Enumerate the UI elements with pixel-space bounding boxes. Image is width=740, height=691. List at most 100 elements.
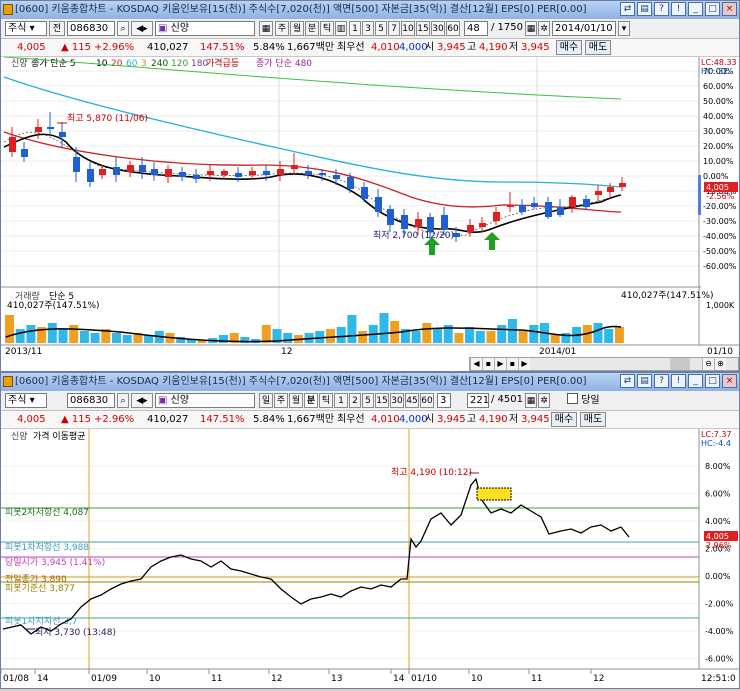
- maximize-icon[interactable]: □: [705, 374, 720, 388]
- speaker-icon[interactable]: ◀▸: [131, 393, 153, 408]
- market-select[interactable]: 주식 ▾: [5, 393, 47, 408]
- low-label: 저: [509, 414, 519, 425]
- candle-body: [583, 199, 590, 207]
- candle-body: [427, 217, 434, 232]
- buy-button[interactable]: 매수: [551, 412, 577, 427]
- print-icon[interactable]: ▤: [637, 374, 652, 388]
- play-icon[interactable]: ▶: [494, 358, 506, 370]
- period-minute-button[interactable]: 분: [304, 393, 318, 408]
- zoom-out-icon[interactable]: ▪: [482, 358, 494, 370]
- flag-icon: ▣: [158, 23, 168, 34]
- search-icon[interactable]: ⌕: [117, 21, 129, 36]
- buy-button[interactable]: 매수: [556, 40, 582, 55]
- best-label: 최우선: [337, 42, 365, 53]
- intraday-line-chart[interactable]: 신양 가격 이동평균 8.00%6.00%4.00%2.00%0.00%-2.0…: [0, 429, 739, 688]
- lc-label: LC:7.37: [701, 430, 732, 439]
- question-icon[interactable]: ?: [654, 2, 669, 16]
- interval-15-button[interactable]: 15: [416, 21, 430, 36]
- stock-code-input[interactable]: 086830: [67, 21, 115, 36]
- candle-body: [113, 167, 120, 175]
- question-icon[interactable]: ?: [654, 374, 669, 388]
- print-icon[interactable]: ▤: [637, 2, 652, 16]
- checkbox-box[interactable]: [567, 393, 578, 404]
- close-icon[interactable]: ×: [722, 2, 737, 16]
- x-label: 12: [281, 347, 292, 357]
- tick-icon[interactable]: ▥: [335, 21, 347, 36]
- candlestick-chart[interactable]: 신양 종가 단순 5 10 20 60 3 240 120 180 가격급등 종…: [1, 56, 739, 357]
- period-day-button[interactable]: 일: [259, 393, 273, 408]
- alert-icon[interactable]: !: [671, 374, 686, 388]
- candle-body: [387, 209, 394, 225]
- candle-body: [531, 203, 538, 207]
- period-week-button[interactable]: 주: [274, 393, 288, 408]
- close-icon[interactable]: ×: [722, 374, 737, 388]
- zoom-in-icon[interactable]: ▪: [506, 358, 518, 370]
- count-input[interactable]: 221: [467, 393, 489, 408]
- pivot-base-label: 피봇기준선 3,877: [5, 583, 75, 594]
- volume-pct: 147.51%: [200, 42, 245, 53]
- interval-15-button[interactable]: 15: [375, 393, 389, 408]
- period-tick-button[interactable]: 틱: [320, 21, 334, 36]
- scroll-thumb[interactable]: [670, 358, 690, 370]
- best-ask: 4,010: [371, 414, 400, 425]
- minimize-icon[interactable]: _: [688, 2, 703, 16]
- period-week-button[interactable]: 주: [275, 21, 289, 36]
- period-month-button[interactable]: 월: [290, 21, 304, 36]
- price-grid: [1, 57, 700, 345]
- all-button[interactable]: 전: [49, 21, 65, 36]
- interval-5-button[interactable]: 5: [375, 21, 387, 36]
- scroll-left-icon[interactable]: ◀: [470, 358, 482, 370]
- chart-scrollbar[interactable]: ◀ ▪ ▶ ▪ ▶ ⊖ ⊕: [469, 357, 739, 371]
- date-picker-icon[interactable]: ▾: [618, 21, 630, 36]
- interval-2-button[interactable]: 2: [349, 393, 361, 408]
- interval-5-button[interactable]: 5: [362, 393, 374, 408]
- search-icon[interactable]: ⌕: [117, 393, 129, 408]
- interval-1-button[interactable]: 1: [349, 21, 361, 36]
- period-month-button[interactable]: 월: [289, 393, 303, 408]
- grid-icon[interactable]: ▦: [525, 21, 537, 36]
- link-icon[interactable]: ⇄: [620, 374, 635, 388]
- market-select[interactable]: 주식 ▾: [5, 21, 47, 36]
- candle-body: [305, 171, 312, 175]
- scroll-right-icon[interactable]: ▶: [518, 358, 530, 370]
- speaker-icon[interactable]: ◀▸: [131, 21, 153, 36]
- sell-button[interactable]: 매도: [585, 40, 611, 55]
- intraday-chart-panel[interactable]: 신양 가격 이동평균 8.00% 6.00% 4.00% 2.00% 0.00% -2.0…: [0, 429, 739, 688]
- minimize-icon[interactable]: _: [688, 374, 703, 388]
- interval-10-button[interactable]: 10: [401, 21, 415, 36]
- settings-icon[interactable]: ✲: [538, 393, 550, 408]
- maximize-icon[interactable]: □: [705, 2, 720, 16]
- interval-60-button[interactable]: 60: [446, 21, 460, 36]
- price-chart-panel[interactable]: 신양 종가 단순 5 10 20 60 3 240 120 180 가격급등 종…: [1, 56, 739, 357]
- link-icon[interactable]: ⇄: [620, 2, 635, 16]
- highlight-box[interactable]: [476, 487, 512, 501]
- candle-body: [557, 207, 564, 215]
- interval-custom-input[interactable]: 3: [437, 393, 451, 408]
- interval-60-button[interactable]: 60: [420, 393, 434, 408]
- settings-icon[interactable]: ✲: [538, 21, 550, 36]
- date-input[interactable]: 2014/01/10: [552, 21, 616, 36]
- window-titlebar[interactable]: [0600] 키움종합차트 - KOSDAQ 키움인보유[15(천)] 주식수[…: [1, 1, 739, 19]
- same-day-checkbox[interactable]: 당일: [567, 393, 600, 408]
- sell-button[interactable]: 매도: [580, 412, 606, 427]
- zoom-minus-icon[interactable]: ⊖: [702, 358, 714, 370]
- calendar-icon[interactable]: ▦: [259, 21, 273, 36]
- stock-code-input[interactable]: 086830: [67, 393, 115, 408]
- count-input[interactable]: 48: [464, 21, 488, 36]
- alert-icon[interactable]: !: [671, 2, 686, 16]
- legend-ma: 가격 이동평균: [33, 430, 86, 442]
- period-tick-button[interactable]: 틱: [319, 393, 333, 408]
- interval-45-button[interactable]: 45: [405, 393, 419, 408]
- interval-3-button[interactable]: 3: [362, 21, 374, 36]
- grid-icon[interactable]: ▦: [525, 393, 537, 408]
- interval-30-button[interactable]: 30: [390, 393, 404, 408]
- interval-7-button[interactable]: 7: [388, 21, 400, 36]
- price-change-pct: +2.96%: [94, 42, 135, 53]
- candle-body: [35, 127, 42, 132]
- zoom-plus-icon[interactable]: ⊕: [714, 358, 726, 370]
- turnover-rate: 5.84%: [253, 42, 285, 53]
- interval-30-button[interactable]: 30: [431, 21, 445, 36]
- window-titlebar[interactable]: [0600] 키움종합차트 - KOSDAQ 키움인보유[15(천)] 주식수[…: [1, 373, 739, 391]
- interval-1-button[interactable]: 1: [334, 393, 348, 408]
- period-minute-button[interactable]: 분: [305, 21, 319, 36]
